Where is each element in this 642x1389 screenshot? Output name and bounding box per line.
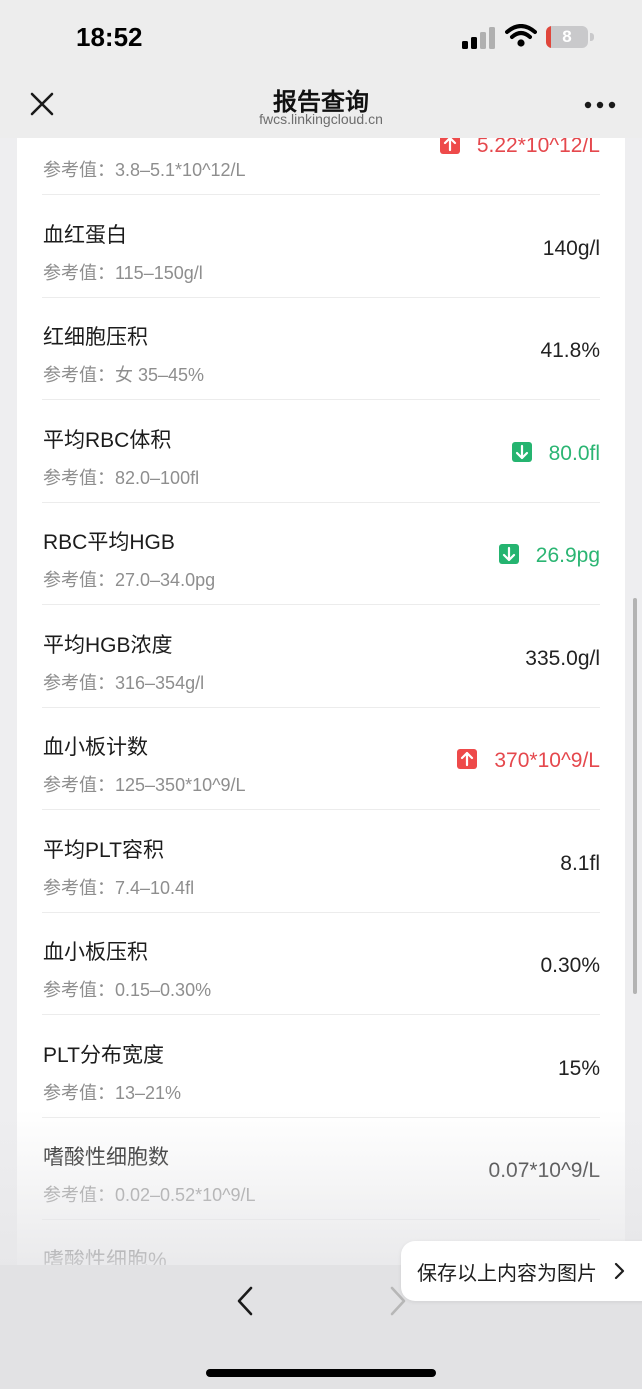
result-row: 参考值：3.8–5.1*10^12/L 5.22*10^12/L <box>42 138 600 195</box>
battery-level: 8 <box>562 27 572 46</box>
result-name: 平均PLT容积 <box>43 838 164 862</box>
chevron-left-icon[interactable] <box>235 1285 255 1317</box>
result-reference-range: 参考值：115–150g/l <box>43 262 203 283</box>
result-reference-range: 参考值：3.8–5.1*10^12/L <box>43 160 246 180</box>
result-row: 平均PLT容积参考值：7.4–10.4fl 8.1fl <box>42 810 600 913</box>
result-reference-range: 参考值：0.02–0.52*10^9/L <box>43 1185 256 1205</box>
scrollbar[interactable] <box>633 598 637 994</box>
result-value: 41.8% <box>540 339 600 362</box>
result-row: PLT分布宽度 参考值：13–21% 15% <box>42 1015 600 1118</box>
result-reference-range: 参考值：316–354g/l <box>43 672 205 693</box>
result-value: 26.9pg <box>535 544 600 567</box>
nav-bar: 报告查询 fwcs.linkingcloud.cn <box>0 78 642 138</box>
save-as-image-button[interactable]: 保存以上内容为图片 <box>401 1241 642 1301</box>
result-reference-range: 参考值：7.4–10.4fl <box>43 877 195 898</box>
chevron-right-icon <box>614 1262 625 1280</box>
result-value: 335.0g/l <box>525 646 600 670</box>
result-name: 嗜酸性细胞数 <box>43 1146 169 1169</box>
result-value: 140g/l <box>542 236 600 260</box>
cellular-signal-icon <box>462 27 495 49</box>
result-reference-range: 参考值：27.0–34.0pg <box>43 570 216 590</box>
result-name: 血小板计数 <box>43 736 148 759</box>
result-name: PLT分布宽度 <box>43 1043 164 1067</box>
result-value: 370*10^9/L <box>494 749 600 772</box>
result-value: 5.22*10^12/L <box>476 138 600 157</box>
home-indicator <box>206 1369 436 1377</box>
result-name: 平均RBC体积 <box>43 428 172 452</box>
result-row: 血红蛋白参考值：115–150g/l 140g/l <box>42 195 600 298</box>
arrow-up-icon <box>439 138 460 154</box>
status-bar: 18:52 8 <box>0 0 642 78</box>
save-as-image-label: 保存以上内容为图片 <box>417 1261 597 1285</box>
result-name: 平均HGB浓度 <box>43 633 173 657</box>
wifi-icon <box>505 24 537 47</box>
arrow-up-icon <box>457 749 478 769</box>
result-row: RBC平均HGB 参考值：27.0–34.0pg 26.9pg <box>42 502 600 605</box>
arrow-down-icon <box>511 441 532 462</box>
result-row: 血小板计数参考值：125–350*10^9/L 370*10^9/L <box>42 707 600 810</box>
more-icon[interactable] <box>584 100 616 110</box>
result-reference-range: 参考值：13–21% <box>43 1082 182 1103</box>
result-reference-range: 参考值：女 35–45% <box>43 365 205 385</box>
result-reference-range: 参考值：82.0–100fl <box>43 467 200 488</box>
result-name: 血小板压积 <box>43 941 148 964</box>
page-url: fwcs.linkingcloud.cn <box>259 111 383 127</box>
result-row: 平均HGB浓度参考值：316–354g/l 335.0g/l <box>42 605 600 708</box>
result-value: 15% <box>557 1056 600 1080</box>
result-name: RBC平均HGB <box>43 531 175 554</box>
result-value: 0.07*10^9/L <box>488 1159 600 1182</box>
results-card: 参考值：3.8–5.1*10^12/L 5.22*10^12/L 血红蛋白参考值：1… <box>17 138 625 1268</box>
status-time: 18:52 <box>76 22 143 52</box>
result-row: 平均RBC体积参考值：82.0–100fl 80.0fl <box>42 400 600 503</box>
battery-icon: 8 <box>546 26 588 48</box>
arrow-down-icon <box>498 544 519 564</box>
result-value: 80.0fl <box>548 441 600 465</box>
result-row: 红细胞压积参考值：女 35–45% 41.8% <box>42 297 600 400</box>
result-row: 血小板压积参考值：0.15–0.30% 0.30% <box>42 912 600 1015</box>
result-value: 0.30% <box>540 954 600 977</box>
result-name: 红细胞压积 <box>43 326 148 349</box>
result-name: 血红蛋白 <box>43 223 127 247</box>
result-reference-range: 参考值：0.15–0.30% <box>43 980 212 1000</box>
result-value: 8.1fl <box>560 851 600 875</box>
result-row: 嗜酸性细胞数参考值：0.02–0.52*10^9/L 0.07*10^9/L <box>42 1117 600 1220</box>
result-reference-range: 参考值：125–350*10^9/L <box>43 775 246 795</box>
